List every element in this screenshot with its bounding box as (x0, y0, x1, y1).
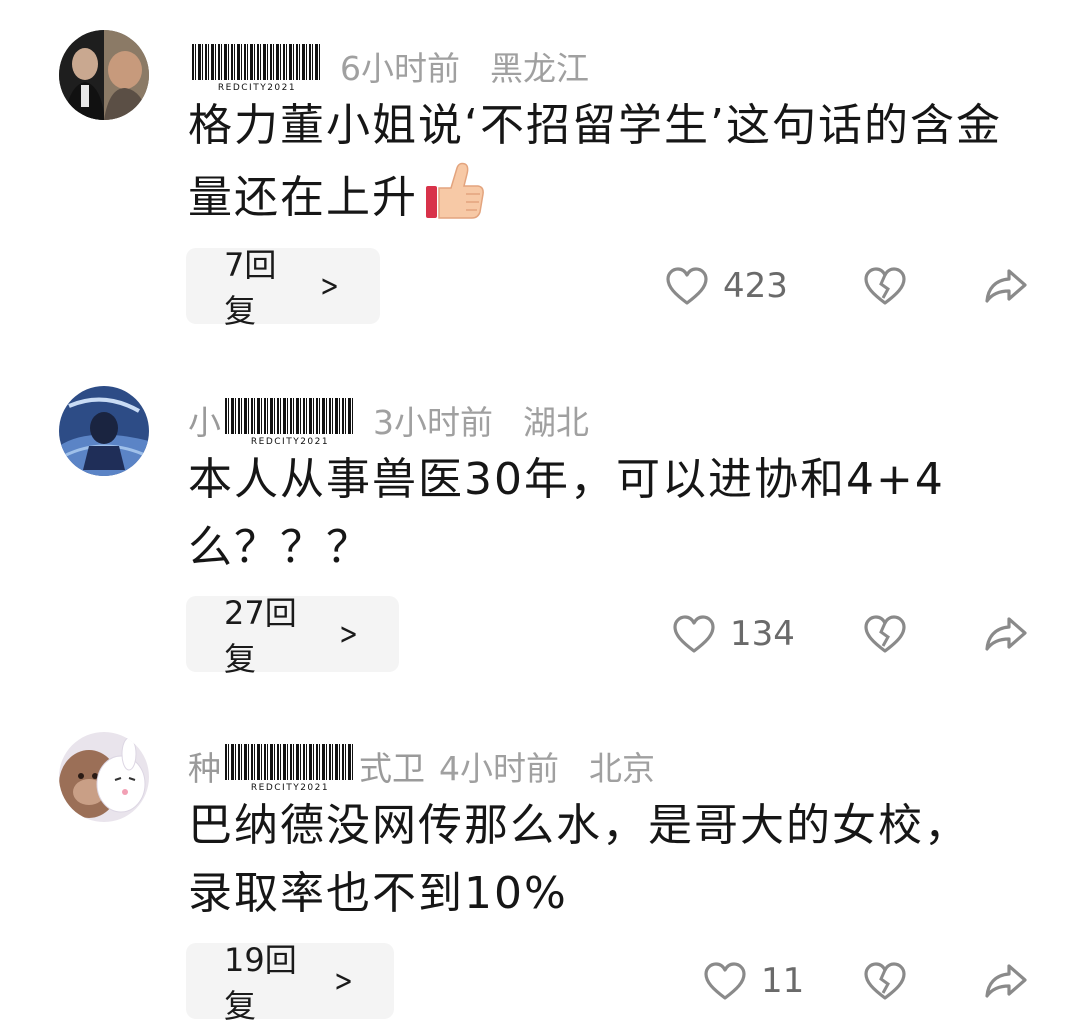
broken-heart-icon (863, 266, 907, 306)
username-redaction-barcode: REDCITY2021 (225, 744, 355, 792)
like-count: 134 (730, 614, 795, 654)
comment-text-content: 格力董小姐说‘不招留学生’这句话的含金量还在上升 (188, 100, 1002, 223)
comment-location: 北京 (589, 749, 655, 788)
like-button[interactable]: 11 (703, 943, 804, 1019)
comment-text: 格力董小姐说‘不招留学生’这句话的含金量还在上升 (188, 92, 1008, 232)
barcode-watermark: REDCITY2021 (251, 783, 329, 792)
username-redaction-barcode: REDCITY2021 (192, 44, 322, 92)
comment-meta: REDCITY2021 6小时前 黑龙江 (188, 38, 589, 94)
comment-meta: 种 REDCITY2021 式卫 4小时前 北京 (188, 738, 655, 794)
barcode-watermark: REDCITY2021 (251, 437, 329, 446)
comment-item: REDCITY2021 6小时前 黑龙江 格力董小姐说‘不招留学生’这句话的含金… (0, 30, 1090, 330)
comment-text: 本人从事兽医30年，可以进协和4+4么？？？ (188, 454, 945, 573)
dislike-button[interactable] (863, 596, 907, 672)
thumbs-up-icon (422, 160, 486, 224)
barcode-watermark: REDCITY2021 (218, 83, 296, 92)
share-arrow-icon (984, 266, 1028, 306)
broken-heart-icon (863, 614, 907, 654)
comment-location: 黑龙江 (490, 49, 589, 88)
comment-meta: 小 REDCITY2021 3小时前 湖北 (188, 392, 589, 448)
comment-text: 巴纳德没网传那么水，是哥大的女校，录取率也不到10% (188, 800, 970, 919)
comment-time: 6小时前 (340, 49, 460, 88)
username-redaction-barcode: REDCITY2021 (225, 398, 355, 446)
avatar[interactable] (59, 386, 149, 476)
dislike-button[interactable] (863, 943, 907, 1019)
avatar[interactable] (59, 30, 149, 120)
share-button[interactable] (984, 943, 1028, 1019)
like-count: 11 (761, 961, 805, 1001)
like-count: 423 (723, 266, 788, 306)
avatar[interactable] (59, 732, 149, 822)
comment-location: 湖北 (523, 403, 589, 442)
heart-outline-icon (672, 614, 716, 654)
username[interactable]: 小 (188, 396, 221, 444)
broken-heart-icon (863, 961, 907, 1001)
comment-item: 小 REDCITY2021 3小时前 湖北 本人从事兽医30年，可以进协和4+4… (0, 384, 1090, 684)
dislike-button[interactable] (863, 248, 907, 324)
username-prefix[interactable]: 种 (188, 742, 221, 790)
share-arrow-icon (984, 614, 1028, 654)
like-button[interactable]: 134 (672, 596, 795, 672)
heart-outline-icon (665, 266, 709, 306)
comment-item: 种 REDCITY2021 式卫 4小时前 北京 巴纳德没网传那么水，是哥大的女… (0, 730, 1090, 1025)
like-button[interactable]: 423 (665, 248, 788, 324)
share-button[interactable] (984, 248, 1028, 324)
heart-outline-icon (703, 961, 747, 1001)
username-suffix[interactable]: 式卫 (359, 742, 425, 790)
comment-time: 3小时前 (373, 403, 493, 442)
share-button[interactable] (984, 596, 1028, 672)
comment-time: 4小时前 (439, 749, 559, 788)
share-arrow-icon (984, 961, 1028, 1001)
